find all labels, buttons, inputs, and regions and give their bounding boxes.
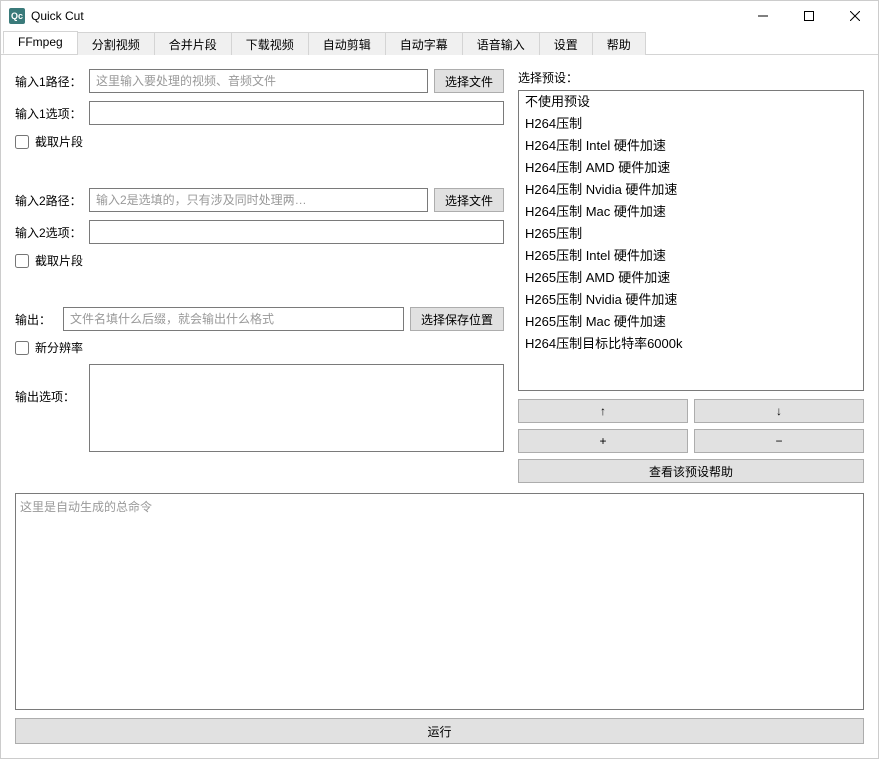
input2-clip-label: 截取片段 bbox=[35, 252, 83, 269]
input1-options-label: 输入1选项： bbox=[15, 105, 83, 122]
input1-clip-checkbox[interactable]: 截取片段 bbox=[15, 133, 504, 150]
tab-auto-subtitle[interactable]: 自动字幕 bbox=[385, 32, 463, 55]
minimize-button[interactable] bbox=[740, 1, 786, 31]
preset-add-button[interactable]: + bbox=[518, 429, 688, 453]
preset-item[interactable]: H264压制目标比特率6000k bbox=[519, 333, 863, 355]
preset-item[interactable]: H264压制 Nvidia 硬件加速 bbox=[519, 179, 863, 201]
input2-path-field[interactable] bbox=[89, 188, 428, 212]
tab-merge-clips[interactable]: 合并片段 bbox=[154, 32, 232, 55]
preset-remove-button[interactable]: − bbox=[694, 429, 864, 453]
preset-item[interactable]: H265压制 bbox=[519, 223, 863, 245]
app-icon: Qc bbox=[9, 8, 25, 24]
title-bar: Qc Quick Cut bbox=[1, 1, 878, 31]
close-button[interactable] bbox=[832, 1, 878, 31]
input1-browse-button[interactable]: 选择文件 bbox=[434, 69, 504, 93]
output-label: 输出： bbox=[15, 311, 57, 328]
command-output-field[interactable] bbox=[15, 493, 864, 710]
input2-options-field[interactable] bbox=[89, 220, 504, 244]
preset-item[interactable]: H265压制 Nvidia 硬件加速 bbox=[519, 289, 863, 311]
tab-download-video[interactable]: 下载视频 bbox=[231, 32, 309, 55]
input1-path-label: 输入1路径： bbox=[15, 73, 83, 90]
tab-help[interactable]: 帮助 bbox=[592, 32, 646, 55]
preset-item[interactable]: H265压制 AMD 硬件加速 bbox=[519, 267, 863, 289]
preset-label: 选择预设： bbox=[518, 69, 864, 86]
output-options-label: 输出选项： bbox=[15, 364, 83, 405]
input2-clip-checkbox[interactable]: 截取片段 bbox=[15, 252, 504, 269]
tab-bar: FFmpeg 分割视频 合并片段 下载视频 自动剪辑 自动字幕 语音输入 设置 … bbox=[1, 31, 878, 55]
new-resolution-check[interactable] bbox=[15, 341, 29, 355]
preset-item[interactable]: H265压制 Mac 硬件加速 bbox=[519, 311, 863, 333]
window-title: Quick Cut bbox=[31, 9, 84, 23]
tab-split-video[interactable]: 分割视频 bbox=[77, 32, 155, 55]
input1-options-field[interactable] bbox=[89, 101, 504, 125]
output-path-field[interactable] bbox=[63, 307, 404, 331]
left-pane: 输入1路径： 选择文件 输入1选项： 截取片段 输入2路径： 选择文件 输入2选… bbox=[15, 69, 504, 483]
new-resolution-label: 新分辨率 bbox=[35, 339, 83, 356]
preset-help-button[interactable]: 查看该预设帮助 bbox=[518, 459, 864, 483]
preset-item[interactable]: H264压制 bbox=[519, 113, 863, 135]
tab-voice-input[interactable]: 语音输入 bbox=[462, 32, 540, 55]
close-icon bbox=[850, 11, 860, 21]
preset-item[interactable]: H264压制 AMD 硬件加速 bbox=[519, 157, 863, 179]
input2-browse-button[interactable]: 选择文件 bbox=[434, 188, 504, 212]
right-pane: 选择预设： 不使用预设H264压制H264压制 Intel 硬件加速H264压制… bbox=[518, 69, 864, 483]
run-button[interactable]: 运行 bbox=[15, 718, 864, 744]
output-options-field[interactable] bbox=[89, 364, 504, 452]
output-browse-button[interactable]: 选择保存位置 bbox=[410, 307, 504, 331]
maximize-icon bbox=[804, 11, 814, 21]
input1-clip-label: 截取片段 bbox=[35, 133, 83, 150]
new-resolution-checkbox[interactable]: 新分辨率 bbox=[15, 339, 504, 356]
preset-item[interactable]: H264压制 Intel 硬件加速 bbox=[519, 135, 863, 157]
preset-item[interactable]: H265压制 Intel 硬件加速 bbox=[519, 245, 863, 267]
input1-clip-check[interactable] bbox=[15, 135, 29, 149]
preset-move-down-button[interactable]: ↓ bbox=[694, 399, 864, 423]
preset-move-up-button[interactable]: ↑ bbox=[518, 399, 688, 423]
input2-clip-check[interactable] bbox=[15, 254, 29, 268]
tab-ffmpeg[interactable]: FFmpeg bbox=[3, 31, 78, 54]
preset-list[interactable]: 不使用预设H264压制H264压制 Intel 硬件加速H264压制 AMD 硬… bbox=[518, 90, 864, 391]
tab-auto-cut[interactable]: 自动剪辑 bbox=[308, 32, 386, 55]
input2-options-label: 输入2选项： bbox=[15, 224, 83, 241]
input1-path-field[interactable] bbox=[89, 69, 428, 93]
input2-path-label: 输入2路径： bbox=[15, 192, 83, 209]
preset-item[interactable]: 不使用预设 bbox=[519, 91, 863, 113]
tab-settings[interactable]: 设置 bbox=[539, 32, 593, 55]
maximize-button[interactable] bbox=[786, 1, 832, 31]
preset-item[interactable]: H264压制 Mac 硬件加速 bbox=[519, 201, 863, 223]
minimize-icon bbox=[758, 11, 768, 21]
